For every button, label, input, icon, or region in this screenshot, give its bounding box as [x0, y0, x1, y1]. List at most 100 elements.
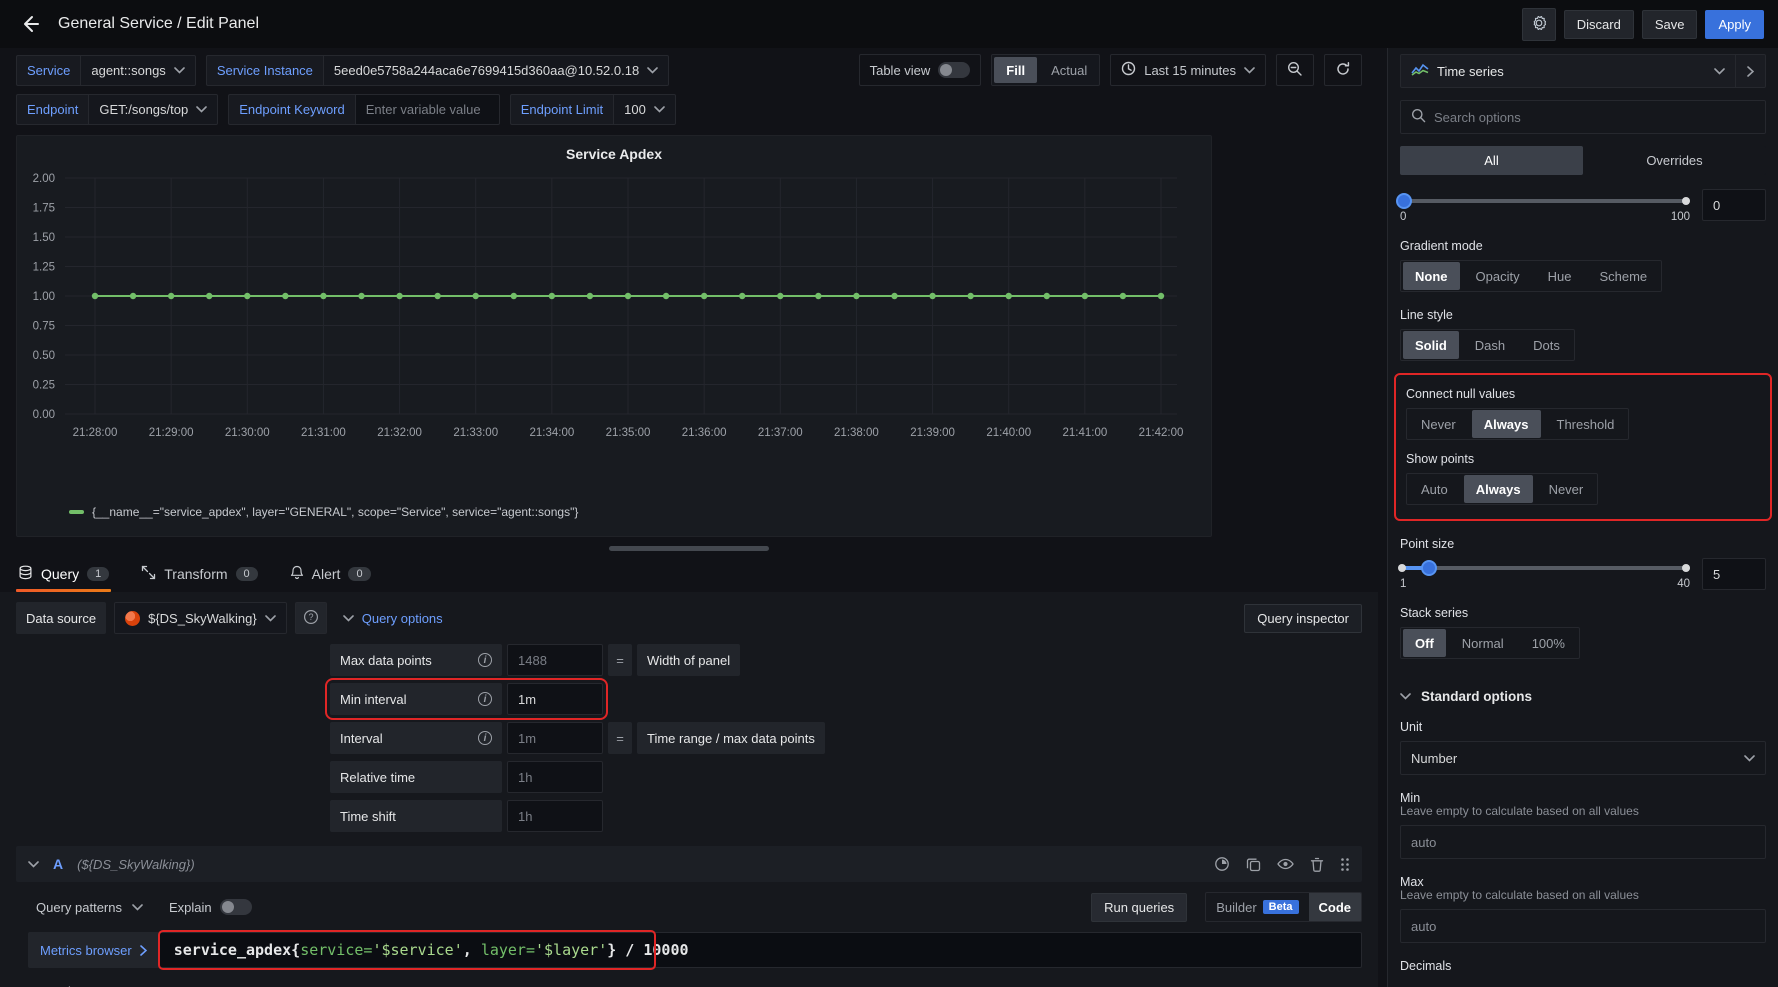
query-inspector-button[interactable]: Query inspector: [1244, 604, 1362, 633]
visualization-picker[interactable]: Time series: [1400, 54, 1766, 88]
svg-text:21:37:00: 21:37:00: [758, 427, 803, 439]
save-button[interactable]: Save: [1642, 10, 1698, 39]
service-instance-dropdown[interactable]: 5eed0e5758a244aca6e7699415d360aa@10.52.0…: [323, 55, 669, 86]
toggle-off-icon[interactable]: [220, 899, 252, 915]
zoom-out-button[interactable]: [1276, 54, 1314, 86]
slider-handle[interactable]: [1396, 193, 1412, 209]
trash-icon[interactable]: [1310, 857, 1324, 872]
slider-track[interactable]: [1400, 566, 1690, 570]
radio-option-always[interactable]: Always: [1464, 475, 1533, 503]
metrics-browser-button[interactable]: Metrics browser: [28, 932, 159, 968]
run-queries-button[interactable]: Run queries: [1091, 893, 1187, 922]
chevron-down-icon: [196, 106, 207, 113]
svg-text:0.25: 0.25: [33, 380, 55, 392]
tab-all[interactable]: All: [1400, 146, 1583, 175]
chevron-down-icon: [174, 67, 185, 74]
tab-transform[interactable]: Transform 0: [139, 559, 259, 592]
chevron-down-icon[interactable]: [1704, 68, 1735, 75]
svg-text:21:42:00: 21:42:00: [1139, 427, 1184, 439]
table-view-toggle[interactable]: Table view: [859, 54, 982, 86]
panel-settings-button[interactable]: [1522, 8, 1556, 41]
radio-option-auto[interactable]: Auto: [1407, 475, 1462, 503]
standard-options-header[interactable]: Standard options: [1400, 689, 1766, 704]
info-icon: i: [478, 692, 492, 706]
tab-overrides[interactable]: Overrides: [1583, 146, 1766, 175]
radio-option-scheme[interactable]: Scheme: [1585, 262, 1661, 290]
eye-icon[interactable]: [1277, 857, 1294, 871]
builder-option[interactable]: Builder Beta: [1206, 893, 1308, 921]
point-size-value-input[interactable]: 5: [1702, 558, 1766, 590]
radio-option-never[interactable]: Never: [1407, 410, 1470, 438]
query-patterns-dropdown[interactable]: Query patterns: [28, 894, 151, 921]
explain-toggle[interactable]: Explain: [169, 899, 252, 915]
pane-divider[interactable]: [1378, 48, 1388, 987]
svg-text:21:31:00: 21:31:00: [301, 427, 346, 439]
time-range-picker[interactable]: Last 15 minutes: [1110, 54, 1266, 86]
options-tabs: All Overrides: [1400, 146, 1766, 175]
time-series-viz-icon: [1411, 63, 1429, 79]
tab-query[interactable]: Query 1: [16, 559, 111, 592]
search-options-input[interactable]: [1434, 110, 1755, 125]
radio-option-normal[interactable]: Normal: [1448, 629, 1518, 657]
slider-track[interactable]: [1400, 199, 1690, 203]
query-row-a[interactable]: A (${DS_SkyWalking}): [16, 846, 1362, 882]
min-input[interactable]: auto: [1400, 825, 1766, 859]
database-icon: [18, 565, 33, 583]
svg-text:0.75: 0.75: [33, 321, 55, 333]
radio-option-opacity[interactable]: Opacity: [1462, 262, 1534, 290]
radio-option-always[interactable]: Always: [1472, 410, 1541, 438]
slider-min-label: 1: [1400, 578, 1406, 590]
max-data-points-input[interactable]: 1488: [507, 644, 603, 676]
time-shift-input[interactable]: 1h: [507, 800, 603, 832]
svg-text:1.25: 1.25: [33, 262, 55, 274]
history-icon[interactable]: [1214, 856, 1230, 872]
radio-option-100-[interactable]: 100%: [1518, 629, 1579, 657]
fill-opacity-value-input[interactable]: 0: [1702, 189, 1766, 221]
radio-option-off[interactable]: Off: [1403, 629, 1446, 657]
back-arrow-icon[interactable]: [14, 8, 46, 40]
tab-alert[interactable]: Alert 0: [288, 559, 373, 592]
radio-option-fill[interactable]: Fill: [994, 57, 1037, 83]
slider-end-dot: [1682, 564, 1690, 572]
builder-code-switch: Builder Beta Code: [1205, 892, 1362, 922]
endpoint-keyword-input[interactable]: [355, 94, 500, 125]
radio-option-dots[interactable]: Dots: [1519, 331, 1574, 359]
svg-text:21:32:00: 21:32:00: [377, 427, 422, 439]
query-options-header[interactable]: Query options: [335, 602, 1237, 634]
duplicate-icon[interactable]: [1246, 857, 1261, 872]
unit-select[interactable]: Number: [1400, 741, 1766, 775]
service-dropdown[interactable]: agent::songs: [80, 55, 195, 86]
drag-handle-icon[interactable]: [1340, 857, 1350, 872]
endpoint-dropdown[interactable]: GET:/songs/top: [88, 94, 218, 125]
search-options-box[interactable]: [1400, 100, 1766, 134]
radio-option-hue[interactable]: Hue: [1534, 262, 1586, 290]
variable-label: Service: [16, 55, 80, 86]
toggle-off-icon[interactable]: [938, 62, 970, 78]
refresh-button[interactable]: [1324, 54, 1362, 86]
discard-button[interactable]: Discard: [1564, 10, 1634, 39]
max-input[interactable]: auto: [1400, 909, 1766, 943]
data-source-help-button[interactable]: ?: [295, 602, 327, 634]
radio-option-dash[interactable]: Dash: [1461, 331, 1519, 359]
slider-handle[interactable]: [1421, 560, 1437, 576]
interval-input[interactable]: 1m: [507, 722, 603, 754]
query-editor: Data source ${DS_SkyWalking} ? Query opt…: [0, 592, 1378, 987]
endpoint-limit-dropdown[interactable]: 100: [613, 94, 676, 125]
radio-option-threshold[interactable]: Threshold: [1543, 410, 1629, 438]
radio-option-solid[interactable]: Solid: [1403, 331, 1459, 359]
radio-option-actual[interactable]: Actual: [1039, 55, 1099, 85]
code-option[interactable]: Code: [1309, 893, 1362, 921]
apply-button[interactable]: Apply: [1705, 10, 1764, 39]
max-help-text: Leave empty to calculate based on all va…: [1400, 888, 1766, 902]
min-interval-input[interactable]: 1m: [507, 683, 603, 715]
legend-label[interactable]: {__name__="service_apdex", layer="GENERA…: [92, 505, 578, 519]
editor-tabs: Query 1 Transform 0 Alert 0: [0, 551, 1378, 592]
radio-option-none[interactable]: None: [1403, 262, 1460, 290]
data-source-picker[interactable]: ${DS_SkyWalking}: [114, 602, 287, 634]
relative-time-input[interactable]: 1h: [507, 761, 603, 793]
min-interval-highlight: Min intervali 1m: [325, 678, 608, 720]
query-code-input[interactable]: service_apdex{service='$service', layer=…: [159, 932, 1362, 968]
time-range-max-label: Time range / max data points: [637, 722, 825, 754]
collapse-sidebar-button[interactable]: [1735, 55, 1765, 87]
radio-option-never[interactable]: Never: [1535, 475, 1598, 503]
